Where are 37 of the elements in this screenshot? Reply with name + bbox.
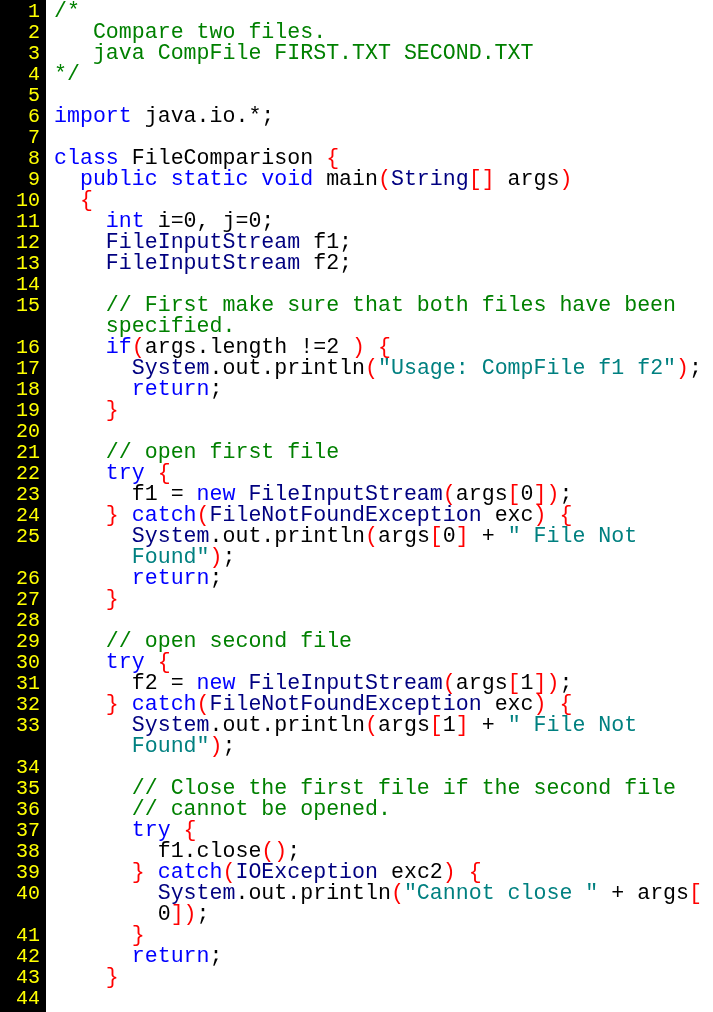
code-line: } (104, 400, 119, 421)
code-line: public static void main(String[] args) (78, 169, 573, 190)
code-line: } catch(IOException exc2) { (130, 862, 482, 883)
code-line: System.out.println(args[1] + " File Not Found"); (130, 715, 638, 757)
code-line: FileInputStream f2; (104, 253, 353, 274)
code-line: import java.io.*; (53, 106, 275, 127)
code-line: if(args.length !=2 ) { (104, 337, 391, 358)
code-line: f2 = new FileInputStream(args[1]); (131, 673, 573, 694)
code-line: } (104, 967, 119, 988)
code-line: int i=0, j=0; (104, 211, 275, 232)
code-line: System.out.println(args[0] + " File Not Found"); (130, 526, 638, 568)
code-line: // cannot be opened. (130, 799, 391, 820)
code-line: try { (104, 463, 171, 484)
code-line: } (130, 925, 145, 946)
code-line: { (78, 190, 93, 211)
code-line: // open first file (104, 442, 340, 463)
code-line: } catch(FileNotFoundException exc) { (104, 694, 573, 715)
code-line: java CompFile FIRST.TXT SECOND.TXT (91, 43, 534, 64)
code-line: try { (130, 820, 197, 841)
code-line: System.out.println("Usage: CompFile f1 f2"); (130, 358, 702, 379)
code-line: /* (53, 1, 80, 22)
code-line: // open second file (104, 631, 353, 652)
code-line: System.out.println("Cannot close " + args[ 0]); (156, 883, 702, 925)
code-line: Compare two files. (91, 22, 327, 43)
code-line: f1.close(); (157, 841, 301, 862)
code-line: // First make sure that both files have been specified. (104, 295, 676, 337)
code-line: } catch(FileNotFoundException exc) { (104, 505, 573, 526)
code-line: // Close the first file if the second file (130, 778, 676, 799)
code-line: FileInputStream f1; (104, 232, 353, 253)
code-line: } (104, 589, 119, 610)
code-line: return; (130, 946, 223, 967)
code-line: */ (53, 64, 80, 85)
code-line: return; (130, 379, 223, 400)
code-line: class FileComparison { (53, 148, 340, 169)
code-line: return; (130, 568, 223, 589)
code-line: try { (104, 652, 171, 673)
code-line: f1 = new FileInputStream(args[0]); (131, 484, 573, 505)
